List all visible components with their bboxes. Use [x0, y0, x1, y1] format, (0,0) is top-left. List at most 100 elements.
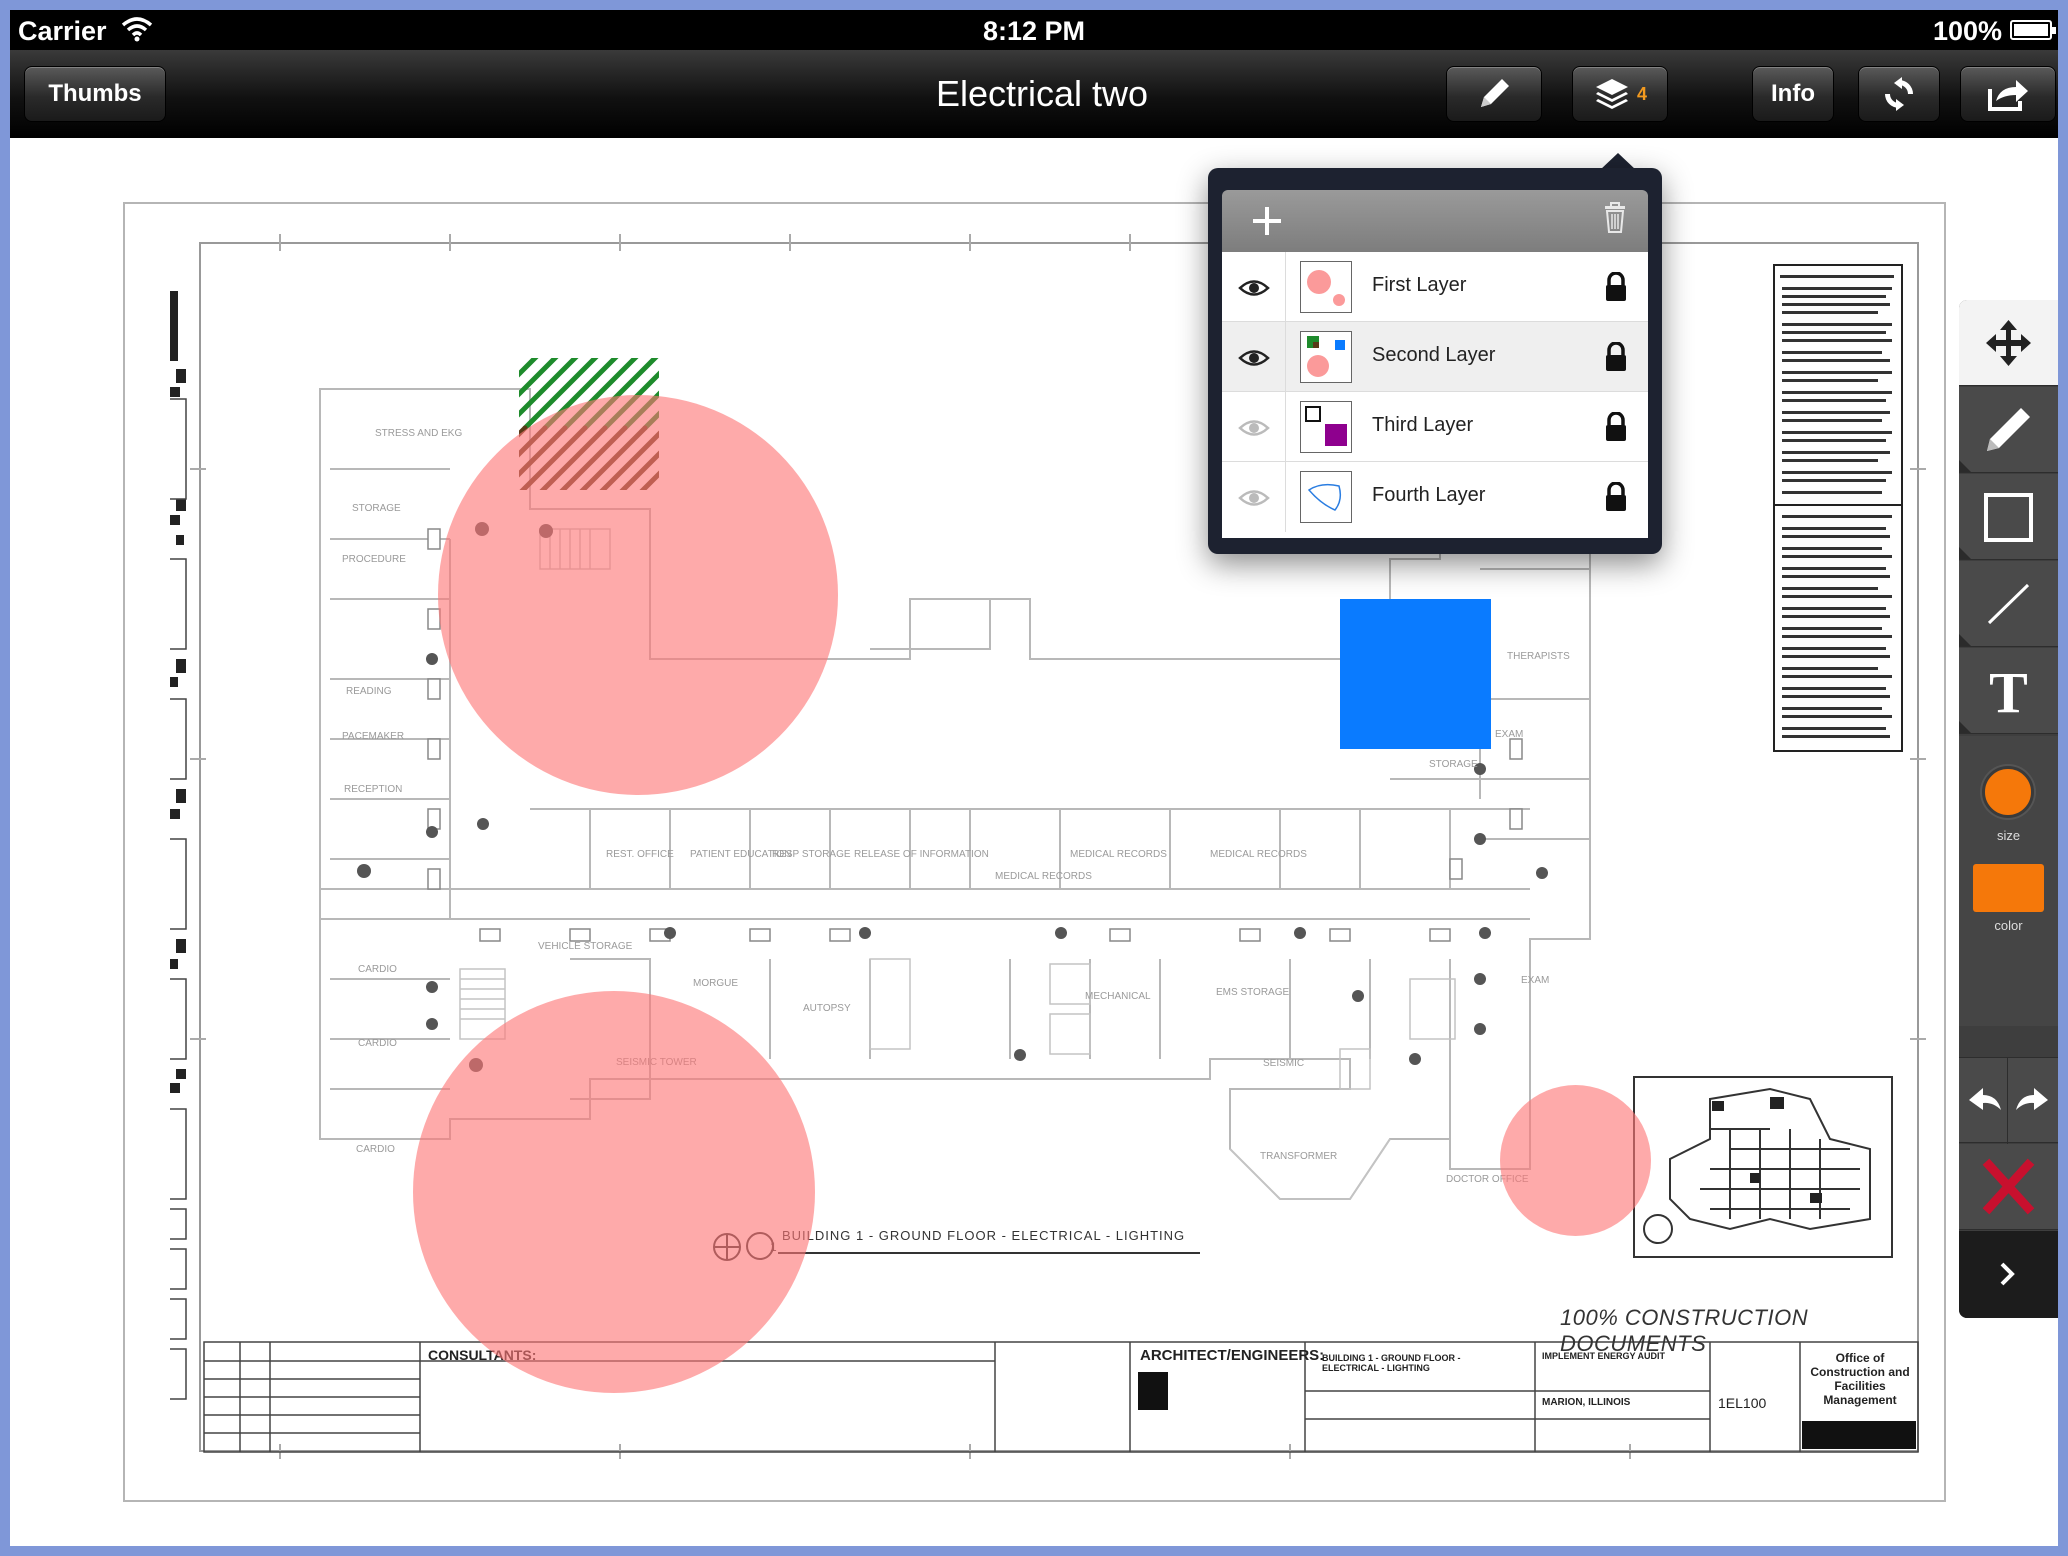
stroke-size-swatch[interactable]	[1982, 766, 2034, 818]
layer-label: First Layer	[1372, 274, 1467, 296]
plus-icon	[1253, 207, 1281, 235]
visibility-toggle[interactable]	[1222, 322, 1286, 392]
add-layer-button[interactable]	[1250, 194, 1284, 249]
layers-list: First Layer Second Layer Third Layer Fou…	[1222, 252, 1648, 538]
circle-annotation-2[interactable]	[413, 991, 815, 1393]
redo-button[interactable]	[2009, 1058, 2058, 1144]
layer-row-third[interactable]: Third Layer	[1222, 392, 1648, 462]
undo-button[interactable]	[1959, 1058, 2008, 1144]
trash-icon	[1605, 202, 1625, 233]
delete-layer-button[interactable]	[1604, 202, 1626, 233]
color-swatch[interactable]	[1973, 864, 2044, 912]
visibility-toggle[interactable]	[1222, 252, 1286, 322]
rectangle-tool[interactable]	[1959, 474, 2058, 560]
sync-button[interactable]	[1858, 66, 1940, 122]
undo-icon	[1969, 1088, 2001, 1110]
svg-text:AUTOPSY: AUTOPSY	[803, 1003, 851, 1014]
circle-annotation-1[interactable]	[438, 395, 838, 795]
redo-icon	[2016, 1088, 2048, 1110]
size-label: size	[1996, 828, 2021, 843]
share-icon	[1988, 80, 2028, 111]
text-tool[interactable]: T	[1959, 648, 2058, 734]
rectangle-annotation[interactable]	[1340, 599, 1491, 749]
layer-thumbnail	[1300, 331, 1352, 383]
svg-text:MECHANICAL: MECHANICAL	[1085, 991, 1151, 1002]
eye-icon	[1238, 420, 1270, 436]
lock-icon[interactable]	[1604, 412, 1628, 442]
svg-text:REST. OFFICE: REST. OFFICE	[606, 849, 674, 860]
svg-text:SEISMIC: SEISMIC	[1263, 1058, 1304, 1069]
visibility-toggle[interactable]	[1222, 392, 1286, 462]
svg-text:READING: READING	[346, 686, 392, 697]
document-title: Electrical two	[935, 73, 1149, 114]
svg-text:EMS STORAGE: EMS STORAGE	[1216, 987, 1289, 998]
svg-text:STRESS AND EKG: STRESS AND EKG	[375, 428, 462, 439]
pencil-button[interactable]	[1446, 66, 1542, 122]
eye-icon	[1238, 490, 1270, 506]
svg-text:MEDICAL RECORDS: MEDICAL RECORDS	[1210, 849, 1307, 860]
svg-text:TRANSFORMER: TRANSFORMER	[1260, 1151, 1337, 1162]
layer-row-fourth[interactable]: Fourth Layer	[1222, 462, 1648, 532]
svg-text:MORGUE: MORGUE	[693, 978, 738, 989]
drawing-title-block: BUILDING 1 - GROUND FLOOR - ELECTRICAL -…	[1322, 1353, 1461, 1373]
layer-row-first[interactable]: First Layer	[1222, 252, 1648, 322]
svg-text:STORAGE: STORAGE	[352, 503, 401, 514]
svg-text:CARDIO: CARDIO	[356, 1144, 395, 1155]
circle-annotation-3[interactable]	[1500, 1085, 1651, 1236]
layer-label: Third Layer	[1372, 414, 1474, 436]
thumbs-button[interactable]: Thumbs	[24, 66, 166, 122]
lock-icon[interactable]	[1604, 342, 1628, 372]
location-label: MARION, ILLINOIS	[1542, 1397, 1631, 1408]
svg-text:RELEASE OF INFORMATION: RELEASE OF INFORMATION	[854, 849, 989, 860]
svg-text:RESP STORAGE: RESP STORAGE	[772, 849, 851, 860]
layer-label: Fourth Layer	[1372, 484, 1486, 506]
svg-text:T: T	[1989, 660, 2028, 725]
tool-palette: T size color	[1959, 300, 2058, 1318]
delete-icon	[1982, 1158, 2035, 1215]
clock: 8:12 PM	[982, 16, 1086, 46]
eye-icon	[1238, 280, 1270, 296]
pen-tool[interactable]	[1959, 387, 2058, 473]
ipad-screen: Carrier 8:12 PM 100% Electrical two Thum…	[10, 10, 2058, 1546]
layer-thumbnail	[1300, 261, 1352, 313]
line-icon	[1987, 583, 2030, 625]
eye-icon	[1238, 350, 1270, 366]
chevron-right-icon	[2000, 1262, 2015, 1286]
layers-count-badge: 4	[1636, 83, 1647, 104]
layer-thumbnail	[1300, 471, 1352, 523]
layer-row-second[interactable]: Second Layer	[1222, 322, 1648, 392]
layers-button[interactable]: 4	[1572, 66, 1668, 122]
color-label: color	[1994, 918, 2023, 933]
status-bar: Carrier 8:12 PM 100%	[10, 10, 2058, 50]
svg-text:THERAPISTS: THERAPISTS	[1507, 651, 1570, 662]
battery-percent: 100%	[1932, 16, 2002, 46]
svg-text:CARDIO: CARDIO	[358, 964, 397, 975]
move-tool[interactable]	[1959, 300, 2058, 386]
delete-button[interactable]	[1959, 1144, 2058, 1230]
lock-icon[interactable]	[1604, 272, 1628, 302]
svg-text:VEHICLE STORAGE: VEHICLE STORAGE	[538, 941, 633, 952]
visibility-toggle[interactable]	[1222, 462, 1286, 532]
pencil-icon	[1987, 408, 2030, 451]
svg-text:CARDIO: CARDIO	[358, 1038, 397, 1049]
svg-text:PROCEDURE: PROCEDURE	[342, 554, 406, 565]
style-section: size color	[1959, 736, 2058, 1026]
architects-label: ARCHITECT/ENGINEERS:	[1140, 1347, 1325, 1364]
svg-text:EXAM: EXAM	[1521, 975, 1549, 986]
line-tool[interactable]	[1959, 561, 2058, 647]
layers-popover: First Layer Second Layer Third Layer Fou…	[1208, 168, 1662, 554]
history-controls	[1959, 1057, 2058, 1144]
svg-text:PACEMAKER: PACEMAKER	[342, 731, 404, 742]
info-button[interactable]: Info	[1752, 66, 1834, 122]
collapse-palette-button[interactable]	[1959, 1231, 2058, 1318]
share-button[interactable]	[1960, 66, 2056, 122]
battery-icon	[2010, 20, 2056, 40]
lock-icon[interactable]	[1604, 482, 1628, 512]
documents-caption: 100% CONSTRUCTION DOCUMENTS	[1560, 1305, 1809, 1356]
svg-text:STORAGE: STORAGE	[1429, 759, 1478, 770]
svg-text:EXAM: EXAM	[1495, 729, 1523, 740]
layers-icon	[1595, 79, 1628, 109]
svg-text:RECEPTION: RECEPTION	[344, 784, 402, 795]
pencil-icon	[1481, 79, 1509, 107]
plan-caption: BUILDING 1 - GROUND FLOOR - ELECTRICAL -…	[782, 1228, 1185, 1243]
